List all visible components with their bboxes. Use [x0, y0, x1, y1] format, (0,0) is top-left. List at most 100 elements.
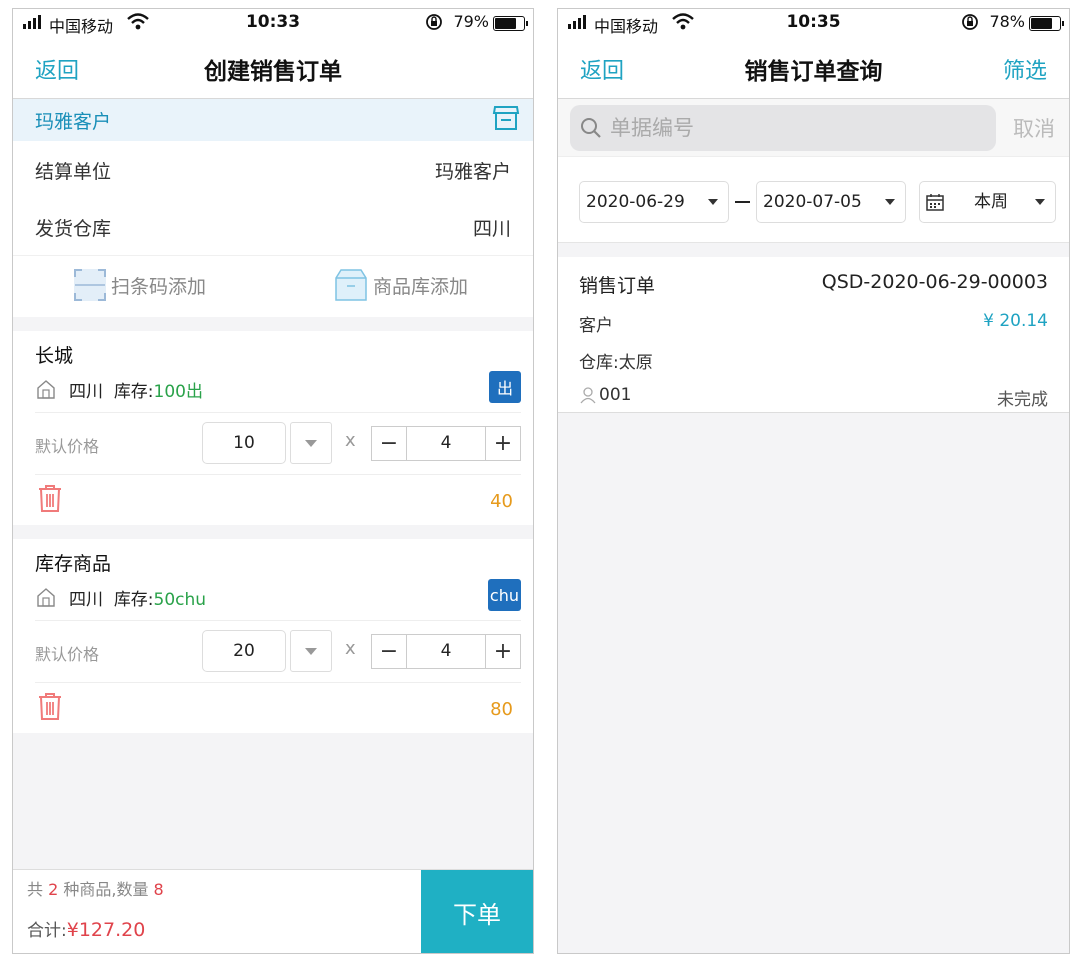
order-customer: 客户	[579, 316, 613, 336]
status-bar: 中国移动 10:35 78%	[558, 9, 1069, 37]
search-icon	[581, 118, 601, 138]
kinds-count: 2	[48, 880, 59, 899]
order-item: 长城 四川 库存:100出 出 默认价格 10 x − 4 + 40	[13, 331, 533, 525]
price-input[interactable]: 20	[202, 630, 286, 672]
calendar-icon	[926, 194, 944, 211]
item-total: 80	[490, 699, 513, 720]
stock-value: 50chu	[153, 590, 207, 610]
grand-total-amount: ¥127.20	[66, 919, 146, 941]
item-name: 库存商品	[35, 553, 112, 575]
price-dropdown[interactable]	[290, 630, 332, 672]
item-stock-row: 四川 库存:100出 出	[35, 369, 521, 413]
stock-label: 库存:	[113, 590, 154, 610]
order-number: QSD-2020-06-29-00003	[821, 271, 1048, 293]
end-date-select[interactable]: 2020-07-05	[756, 181, 906, 223]
search-box	[570, 105, 996, 151]
add-products-row: 扫条码添加 商品库添加	[13, 255, 533, 317]
item-stock-row: 四川 库存:50chu chu	[35, 577, 521, 621]
settlement-value: 玛雅客户	[434, 161, 511, 183]
item-total-row: 80	[35, 683, 521, 733]
nav-bar: 返回 销售订单查询 筛选	[558, 37, 1069, 99]
increment-button[interactable]: +	[486, 635, 520, 668]
page-title: 销售订单查询	[744, 59, 883, 85]
settlement-row[interactable]: 结算单位 玛雅客户	[13, 141, 533, 198]
customer-name: 玛雅客户	[35, 111, 112, 133]
product-library-button[interactable]: 商品库添加	[333, 268, 468, 302]
order-user: 001	[579, 385, 631, 405]
price-dropdown[interactable]	[290, 422, 332, 464]
period-select[interactable]: 本周	[919, 181, 1056, 223]
warehouse-value: 四川	[472, 218, 511, 240]
scan-barcode-button[interactable]: 扫条码添加	[73, 268, 206, 302]
battery-icon	[1029, 16, 1064, 31]
item-total: 40	[490, 491, 513, 512]
unit-badge[interactable]: 出	[489, 371, 521, 403]
grand-total: 合计:¥127.20	[27, 919, 146, 941]
battery-icon	[493, 16, 528, 31]
item-summary: 共 2 种商品,数量 8	[27, 880, 164, 899]
settlement-label: 结算单位	[35, 161, 112, 183]
order-item: 库存商品 四川 库存:50chu chu 默认价格 20 x − 4 + 80	[13, 539, 533, 733]
item-name: 长城	[35, 345, 74, 367]
period-value: 本周	[974, 192, 1008, 212]
decrement-button[interactable]: −	[372, 635, 406, 668]
quantity-input[interactable]: 4	[406, 427, 486, 460]
search-input[interactable]	[610, 111, 980, 145]
warehouse-icon	[37, 588, 55, 607]
item-total-row: 40	[35, 475, 521, 525]
price-input[interactable]: 10	[202, 422, 286, 464]
warehouse-row[interactable]: 发货仓库 四川	[13, 198, 533, 255]
quantity-stepper: − 4 +	[371, 634, 521, 669]
price-type-label: 默认价格	[35, 437, 100, 456]
customer-bar[interactable]: 玛雅客户	[13, 99, 533, 141]
place-order-button[interactable]: 下单	[421, 870, 533, 953]
order-amount: ¥ 20.14	[983, 311, 1048, 331]
date-filter-bar: 2020-06-29 2020-07-05 本周	[558, 157, 1069, 243]
product-library-label: 商品库添加	[373, 275, 469, 298]
trash-icon[interactable]	[37, 691, 63, 721]
nav-bar: 返回 创建销售订单	[13, 37, 533, 99]
status-bar: 中国移动 10:33 79%	[13, 9, 533, 37]
times-sign: x	[345, 430, 356, 451]
times-sign: x	[345, 638, 356, 659]
date-range-dash	[735, 201, 750, 203]
item-warehouse: 四川	[69, 382, 103, 402]
order-list-item[interactable]: 销售订单 QSD-2020-06-29-00003 客户 ¥ 20.14 仓库:…	[558, 257, 1069, 413]
page-title: 创建销售订单	[204, 59, 342, 85]
order-status: 未完成	[997, 390, 1048, 410]
trash-icon[interactable]	[37, 483, 63, 513]
quantity-stepper: − 4 +	[371, 426, 521, 461]
quantity-input[interactable]: 4	[406, 635, 486, 668]
rotation-lock-icon	[962, 14, 978, 30]
increment-button[interactable]: +	[486, 427, 520, 460]
order-warehouse: 仓库:太原	[579, 353, 653, 373]
box-icon	[335, 269, 367, 301]
cancel-button[interactable]: 取消	[1013, 113, 1055, 143]
battery-percent: 78%	[989, 12, 1025, 31]
unit-badge[interactable]: chu	[487, 579, 521, 611]
store-icon[interactable]	[491, 103, 521, 133]
order-query-screen: 中国移动 10:35 78% 返回 销售订单查询 筛选 取消 2020-06-2…	[557, 8, 1070, 954]
decrement-button[interactable]: −	[372, 427, 406, 460]
create-order-screen: 中国移动 10:33 79% 返回 创建销售订单 玛雅客户 结算单位 玛雅客户 …	[12, 8, 534, 954]
item-price-row: 默认价格 10 x − 4 +	[35, 413, 521, 475]
start-date-select[interactable]: 2020-06-29	[579, 181, 729, 223]
filter-button[interactable]: 筛选	[1003, 53, 1047, 85]
quantity-count: 8	[153, 880, 164, 899]
user-icon	[580, 387, 596, 404]
price-type-label: 默认价格	[35, 645, 100, 664]
warehouse-label: 发货仓库	[35, 218, 112, 240]
order-summary-footer: 共 2 种商品,数量 8 合计:¥127.20 下单	[13, 869, 533, 953]
battery-percent: 79%	[453, 12, 489, 31]
item-warehouse: 四川	[69, 590, 103, 610]
barcode-scan-icon	[74, 269, 106, 301]
warehouse-icon	[37, 380, 55, 399]
order-user-id: 001	[599, 385, 632, 405]
item-price-row: 默认价格 20 x − 4 +	[35, 621, 521, 683]
search-bar: 取消	[558, 99, 1069, 157]
stock-value: 100出	[153, 382, 203, 402]
order-type: 销售订单	[579, 275, 656, 297]
rotation-lock-icon	[426, 14, 442, 30]
stock-label: 库存:	[113, 382, 154, 402]
scan-barcode-label: 扫条码添加	[111, 275, 207, 298]
